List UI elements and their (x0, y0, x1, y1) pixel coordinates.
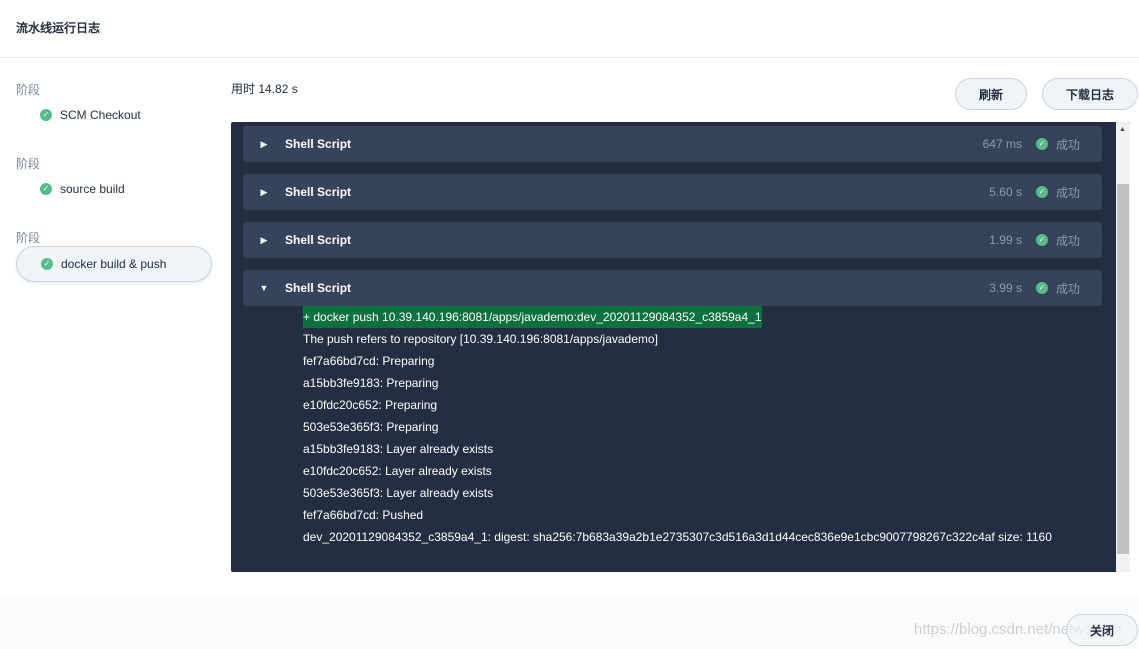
dialog-header: 流水线运行日志 (0, 0, 1139, 58)
log-line: 503e53e365f3: Layer already exists (303, 486, 494, 500)
log-line: dev_20201129084352_c3859a4_1: digest: sh… (303, 530, 1052, 544)
step-status: 成功 (1055, 137, 1080, 152)
scrollbar-thumb[interactable] (1117, 184, 1129, 554)
step-status: 成功 (1055, 233, 1080, 248)
refresh-button[interactable]: 刷新 (955, 78, 1027, 110)
success-check-icon: ✓ (41, 258, 53, 270)
stage-label: 阶段 (16, 157, 41, 171)
step-row[interactable]: ▶ Shell Script 5.60 s ✓ 成功 (243, 174, 1102, 210)
log-line: a15bb3fe9183: Preparing (303, 376, 439, 390)
log-line: fef7a66bd7cd: Preparing (303, 354, 435, 368)
caret-right-icon: ▶ (260, 138, 268, 149)
stage-source-build[interactable]: ✓ source build (16, 171, 212, 207)
stage-name: docker build & push (61, 257, 167, 271)
step-row[interactable]: ▶ Shell Script 647 ms ✓ 成功 (243, 126, 1102, 162)
caret-right-icon: ▶ (260, 186, 268, 197)
success-check-icon: ✓ (1035, 234, 1048, 246)
dialog-title: 流水线运行日志 (16, 21, 101, 35)
log-line: e10fdc20c652: Layer already exists (303, 464, 492, 478)
success-check-icon: ✓ (1035, 282, 1048, 294)
stage-name: SCM Checkout (60, 108, 141, 122)
elapsed-time: 用时 14.82 s (231, 82, 298, 96)
success-check-icon: ✓ (1035, 138, 1048, 150)
log-panel: ▶ Shell Script 647 ms ✓ 成功 ▶ Shell Script 5.60… (231, 122, 1130, 572)
step-name: Shell Script (285, 185, 352, 199)
stage-label: 阶段 (16, 231, 41, 245)
close-button[interactable]: 关闭 (1066, 614, 1138, 646)
log-line: fef7a66bd7cd: Pushed (303, 508, 424, 522)
step-duration: 3.99 s (989, 281, 1022, 295)
step-row-expanded[interactable]: ▼ Shell Script 3.99 s ✓ 成功 (243, 270, 1102, 306)
log-output: + docker push 10.39.140.196:8081/apps/ja… (303, 306, 1052, 548)
stage-scm-checkout[interactable]: ✓ SCM Checkout (16, 97, 212, 133)
caret-down-icon: ▼ (259, 283, 269, 293)
step-duration: 1.99 s (989, 233, 1022, 247)
log-line: 503e53e365f3: Preparing (303, 420, 439, 434)
log-line: a15bb3fe9183: Layer already exists (303, 442, 494, 456)
stage-docker-build-push[interactable]: ✓ docker build & push (16, 246, 212, 282)
download-log-button[interactable]: 下载日志 (1042, 78, 1138, 110)
step-status: 成功 (1055, 185, 1080, 200)
step-name: Shell Script (285, 233, 352, 247)
step-row[interactable]: ▶ Shell Script 1.99 s ✓ 成功 (243, 222, 1102, 258)
caret-right-icon: ▶ (260, 234, 268, 245)
log-line-command: + docker push 10.39.140.196:8081/apps/ja… (303, 306, 762, 328)
step-duration: 647 ms (982, 137, 1022, 151)
log-line: e10fdc20c652: Preparing (303, 398, 438, 412)
stage-label: 阶段 (16, 83, 41, 97)
log-scrollbar[interactable]: ▲ (1116, 122, 1130, 572)
success-check-icon: ✓ (40, 183, 52, 195)
log-line: The push refers to repository [10.39.140… (303, 332, 658, 346)
step-status: 成功 (1055, 281, 1080, 296)
step-name: Shell Script (285, 137, 352, 151)
success-check-icon: ✓ (1035, 186, 1048, 198)
step-name: Shell Script (285, 281, 352, 295)
step-duration: 5.60 s (989, 185, 1022, 199)
success-check-icon: ✓ (40, 109, 52, 121)
stage-name: source build (60, 182, 125, 196)
scroll-up-icon[interactable]: ▲ (1119, 126, 1126, 133)
